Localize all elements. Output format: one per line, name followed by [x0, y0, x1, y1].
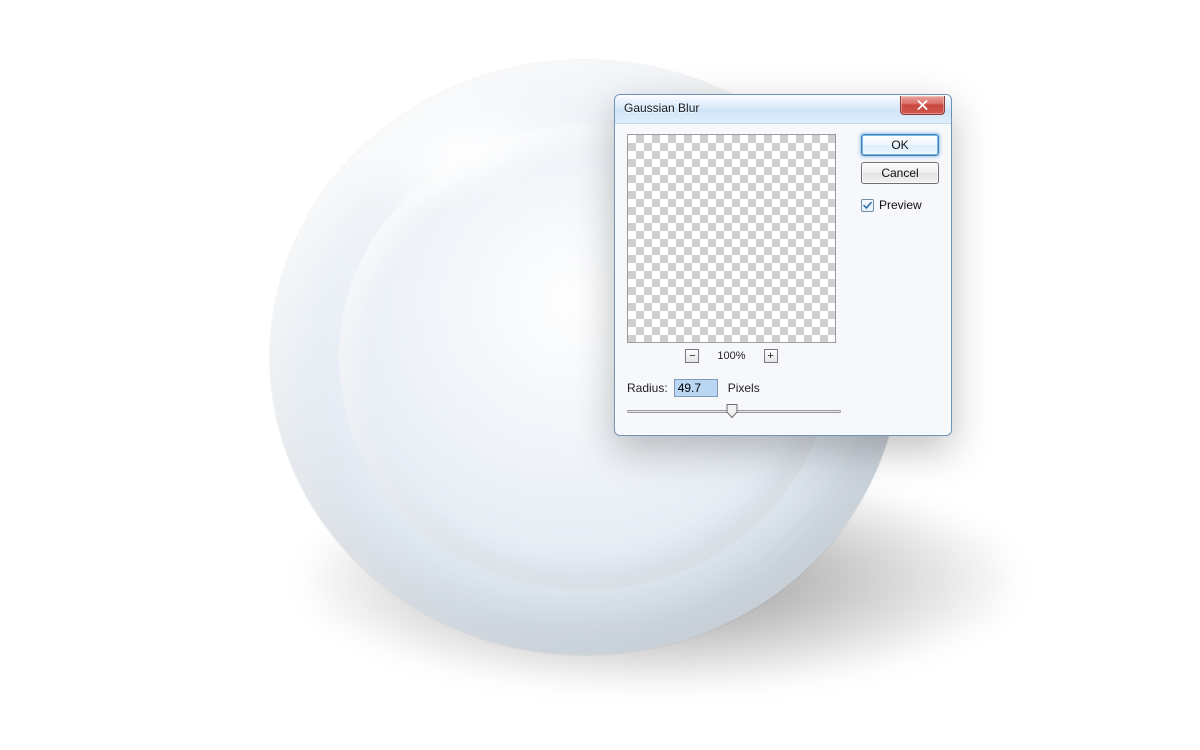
ok-button[interactable]: OK	[861, 134, 939, 156]
radius-slider[interactable]	[627, 403, 841, 419]
dialog-title: Gaussian Blur	[624, 101, 699, 115]
close-icon	[917, 100, 928, 110]
dialog-body: − 100% + Radius: Pixels OK	[615, 124, 951, 435]
radius-units-label: Pixels	[728, 381, 760, 395]
preview-checkbox-row[interactable]: Preview	[861, 198, 939, 212]
close-button[interactable]	[900, 96, 945, 115]
zoom-percent-label: 100%	[717, 350, 745, 362]
document-canvas	[0, 0, 1200, 750]
effect-preview-thumbnail[interactable]	[627, 134, 836, 343]
radius-label: Radius:	[627, 381, 668, 395]
preview-zoom-controls: − 100% +	[627, 349, 836, 363]
gaussian-blur-dialog: Gaussian Blur − 100% + Radius: Pixel	[614, 94, 952, 436]
preview-checkbox[interactable]	[861, 199, 874, 212]
cancel-button[interactable]: Cancel	[861, 162, 939, 184]
checkmark-icon	[863, 201, 872, 210]
radius-row: Radius: Pixels	[627, 379, 941, 397]
plus-icon: +	[767, 351, 773, 362]
cancel-button-label: Cancel	[881, 166, 918, 180]
preview-checkbox-label: Preview	[879, 198, 922, 212]
zoom-out-button[interactable]: −	[685, 349, 699, 363]
ok-button-label: OK	[891, 138, 908, 152]
minus-icon: −	[689, 351, 695, 362]
zoom-in-button[interactable]: +	[764, 349, 778, 363]
dialog-button-column: OK Cancel Preview	[861, 134, 939, 212]
slider-thumb[interactable]	[726, 404, 737, 418]
transparency-checkerboard	[628, 135, 835, 342]
dialog-titlebar[interactable]: Gaussian Blur	[615, 95, 951, 124]
radius-input[interactable]	[674, 379, 718, 397]
